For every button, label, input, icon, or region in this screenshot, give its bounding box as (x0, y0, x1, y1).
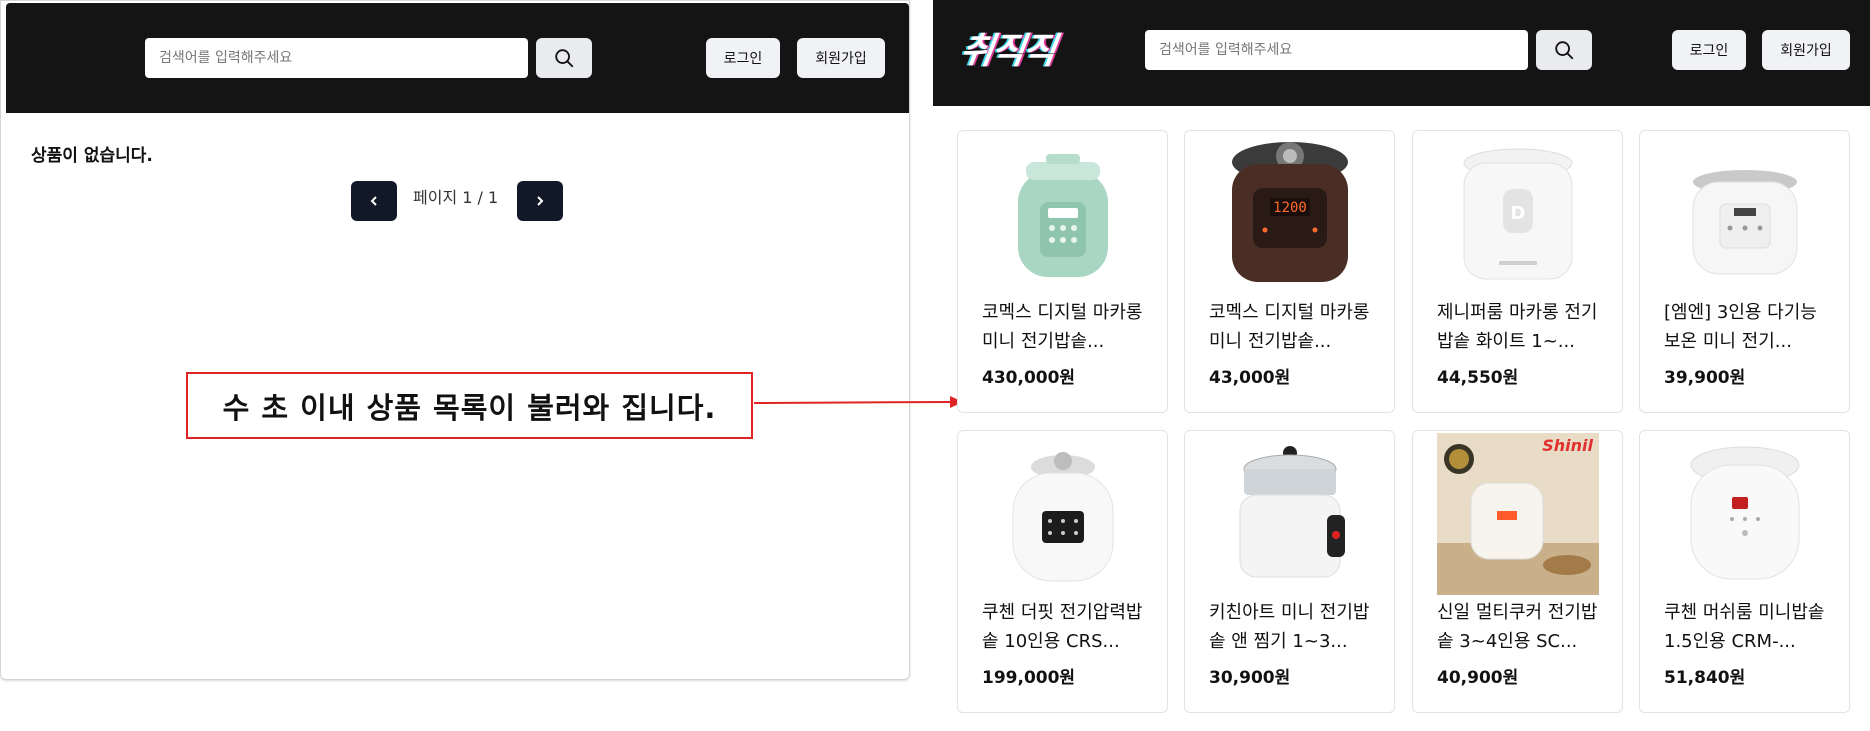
chevron-left-icon (370, 196, 377, 206)
empty-message: 상품이 없습니다. (31, 146, 153, 166)
product-card[interactable]: 코멕스 디지털 마카롱 미니 전기밥솥... 430,000원 (957, 130, 1168, 413)
product-name: 쿠첸 머쉬룸 미니밥솥 1.5인용 CRM-... (1664, 602, 1825, 652)
search-input[interactable] (1145, 30, 1528, 70)
product-name: 코멕스 디지털 마카롱 미니 전기밥솥... (1209, 302, 1370, 352)
product-name: 신일 멀티쿠커 전기밥솥 3~4인용 SC... (1437, 602, 1598, 652)
product-image: 1200 (1209, 133, 1371, 295)
product-image (1664, 433, 1826, 595)
chevron-right-icon (537, 196, 544, 206)
product-price: 430,000원 (982, 368, 1076, 388)
search-input[interactable] (145, 38, 528, 78)
search-button[interactable] (1536, 30, 1592, 70)
search-button[interactable] (536, 38, 592, 78)
product-card[interactable]: [엠엔] 3인용 다기능 보온 미니 전기... 39,900원 (1639, 130, 1850, 413)
product-price: 30,900원 (1209, 668, 1291, 688)
product-price: 39,900원 (1664, 368, 1746, 388)
page-indicator: 페이지 1 / 1 (413, 188, 499, 207)
empty-state-panel: 로그인 회원가입 상품이 없습니다. 페이지 1 / 1 (0, 0, 910, 680)
product-card[interactable]: 1200 코멕스 디지털 마카롱 미니 전기밥솥... 43,000원 (1184, 130, 1395, 413)
next-page-button[interactable] (517, 181, 563, 221)
product-name: 코멕스 디지털 마카롱 미니 전기밥솥... (982, 302, 1143, 352)
arrow-icon (753, 396, 963, 408)
svg-text:Shinil: Shinil (1542, 436, 1593, 455)
header-bar: 로그인 회원가입 (6, 3, 909, 113)
product-card[interactable]: 쿠첸 더핏 전기압력밥솥 10인용 CRS... 199,000원 (957, 430, 1168, 713)
login-button[interactable]: 로그인 (706, 38, 780, 78)
product-price: 44,550원 (1437, 368, 1519, 388)
login-button[interactable]: 로그인 (1672, 30, 1746, 70)
annotation-callout: 수 초 이내 상품 목록이 불러와 집니다. (186, 372, 753, 439)
search-icon (555, 49, 574, 68)
product-image (1209, 433, 1371, 595)
product-card[interactable]: 키친아트 미니 전기밥솥 앤 찜기 1~3... 30,900원 (1184, 430, 1395, 713)
product-card[interactable]: Shinil 신일 멀티쿠커 전기밥솥 3~4인용 SC... 40,900원 (1412, 430, 1623, 713)
product-image (982, 133, 1144, 295)
product-image (1664, 133, 1826, 295)
svg-text:1200: 1200 (1273, 200, 1307, 216)
product-price: 199,000원 (982, 668, 1076, 688)
product-price: 40,900원 (1437, 668, 1519, 688)
search-icon (1555, 41, 1574, 60)
product-card[interactable]: D 제니퍼룸 마카롱 전기밥솥 화이트 1~... 44,550원 (1412, 130, 1623, 413)
site-logo[interactable]: 취직직 (957, 22, 1058, 74)
product-name: 쿠첸 더핏 전기압력밥솥 10인용 CRS... (982, 602, 1143, 652)
product-grid: 코멕스 디지털 마카롱 미니 전기밥솥... 430,000원 1200 코멕스… (957, 130, 1850, 720)
product-card[interactable]: 쿠첸 머쉬룸 미니밥솥 1.5인용 CRM-... 51,840원 (1639, 430, 1850, 713)
product-price: 51,840원 (1664, 668, 1746, 688)
product-name: 키친아트 미니 전기밥솥 앤 찜기 1~3... (1209, 602, 1370, 652)
product-price: 43,000원 (1209, 368, 1291, 388)
product-image: D (1437, 133, 1599, 295)
header-bar: 취직직 로그인 회원가입 (933, 0, 1870, 106)
signup-button[interactable]: 회원가입 (1762, 30, 1850, 70)
product-name: [엠엔] 3인용 다기능 보온 미니 전기... (1664, 302, 1817, 352)
product-name: 제니퍼룸 마카롱 전기밥솥 화이트 1~... (1437, 302, 1598, 352)
svg-text:D: D (1511, 203, 1526, 224)
product-image: Shinil (1437, 433, 1599, 595)
signup-button[interactable]: 회원가입 (797, 38, 885, 78)
prev-page-button[interactable] (351, 181, 397, 221)
product-image (982, 433, 1144, 595)
